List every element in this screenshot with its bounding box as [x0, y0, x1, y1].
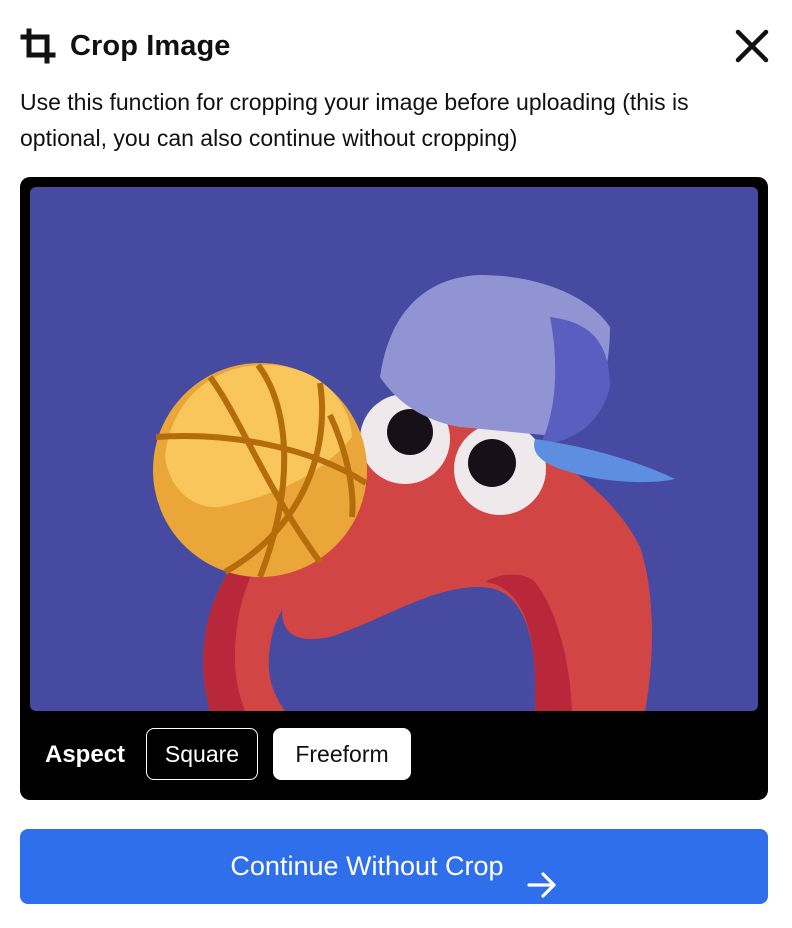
dialog-header: Crop Image: [20, 24, 772, 68]
crop-image-dialog: Crop Image Use this function for croppin…: [0, 0, 792, 918]
continue-without-crop-button[interactable]: Continue Without Crop: [20, 829, 768, 904]
crop-icon: [20, 28, 56, 64]
dialog-title: Crop Image: [70, 30, 231, 62]
close-icon[interactable]: [732, 26, 772, 66]
aspect-square-button[interactable]: Square: [146, 728, 258, 780]
aspect-freeform-button[interactable]: Freeform: [273, 728, 411, 780]
continue-label: Continue Without Crop: [230, 851, 504, 881]
crop-panel: Aspect Square Freeform: [20, 177, 768, 800]
aspect-label: Aspect: [45, 741, 126, 768]
arrow-right-icon: [526, 853, 558, 898]
aspect-selector: Aspect Square Freeform: [20, 711, 768, 800]
dialog-description: Use this function for cropping your imag…: [20, 89, 689, 151]
crop-image-canvas[interactable]: [30, 187, 758, 711]
